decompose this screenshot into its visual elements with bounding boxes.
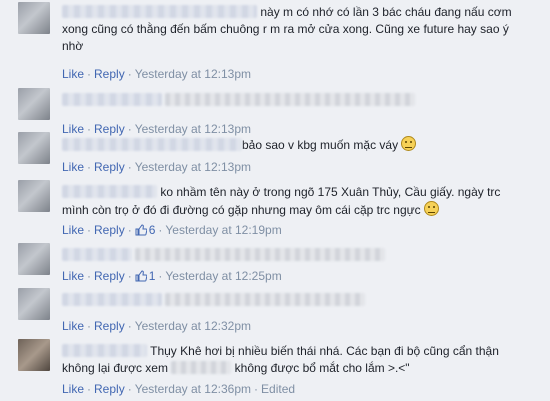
reply-link[interactable]: Reply [94,160,125,174]
confused-face-emoji [401,136,417,151]
reply-link[interactable]: Reply [94,382,125,396]
like-link[interactable]: Like [62,223,84,237]
reply-link[interactable]: Reply [94,122,125,136]
reply-link[interactable]: Reply [94,67,125,81]
avatar[interactable] [18,180,50,212]
avatar[interactable] [18,288,50,320]
comment-text [62,292,522,309]
comment-text: này m có nhớ có lần 3 bác cháu đang nấu … [62,4,522,55]
commenter-name-blurred[interactable] [62,5,257,18]
commenter-name-blurred[interactable] [62,293,162,306]
comment-actions: Like · Reply · Yesterday at 12:32pm [62,319,252,333]
timestamp[interactable]: Yesterday at 12:13pm [135,160,251,174]
comment-actions: Like · Reply · Yesterday at 12:13pm [62,160,252,174]
avatar[interactable] [18,339,50,371]
reply-link[interactable]: Reply [94,269,125,283]
like-count[interactable]: 1 [135,269,155,283]
comment-actions: Like · Reply · Yesterday at 12:36pm · Edited [62,382,296,396]
edited-label[interactable]: Edited [261,382,295,396]
avatar[interactable] [18,243,50,275]
thumbs-up-icon [135,270,147,282]
grimace-face-emoji [423,201,439,216]
blurred-text [171,361,232,374]
avatar[interactable] [18,132,50,164]
blurred-text [135,248,386,261]
blurred-text [165,93,416,106]
commenter-name-blurred[interactable] [62,248,132,261]
reply-link[interactable]: Reply [94,223,125,237]
like-link[interactable]: Like [62,382,84,396]
timestamp[interactable]: Yesterday at 12:13pm [135,67,251,81]
like-link[interactable]: Like [62,319,84,333]
like-link[interactable]: Like [62,122,84,136]
timestamp[interactable]: Yesterday at 12:36pm [135,382,251,396]
comment-body: bảo sao v kbg muốn mặc váy [242,138,399,152]
timestamp[interactable]: Yesterday at 12:32pm [135,319,251,333]
commenter-name-blurred[interactable] [62,138,242,151]
reply-link[interactable]: Reply [94,319,125,333]
commenter-name-blurred[interactable] [62,185,157,198]
timestamp[interactable]: Yesterday at 12:19pm [165,223,281,237]
commenter-name-blurred[interactable] [62,93,162,106]
comment-text: bảo sao v kbg muốn mặc váy [62,136,522,154]
comment-body-part-2: không được bổ mắt cho lắm >.<" [234,361,410,375]
comment-actions: Like · Reply · Yesterday at 12:13pm [62,67,252,81]
comment-actions: Like · Reply · 6 · Yesterday at 12:19pm [62,223,282,237]
like-count[interactable]: 6 [135,223,155,237]
blurred-text [165,293,366,306]
comment-text: Thụy Khê hơi bị nhiều biến thái nhá. Các… [62,343,522,377]
comment-text [62,92,522,109]
like-link[interactable]: Like [62,67,84,81]
timestamp[interactable]: Yesterday at 12:13pm [135,122,251,136]
comment-text [62,247,522,264]
thumbs-up-icon [135,224,147,236]
comment-actions: Like · Reply · Yesterday at 12:13pm [62,122,252,136]
avatar[interactable] [18,88,50,120]
like-link[interactable]: Like [62,160,84,174]
comment-actions: Like · Reply · 1 · Yesterday at 12:25pm [62,269,282,283]
commenter-name-blurred[interactable] [62,344,147,357]
comment-text: ko nhầm tên này ở trong ngõ 175 Xuân Thủ… [62,184,522,219]
avatar[interactable] [18,2,50,34]
timestamp[interactable]: Yesterday at 12:25pm [165,269,281,283]
like-link[interactable]: Like [62,269,84,283]
